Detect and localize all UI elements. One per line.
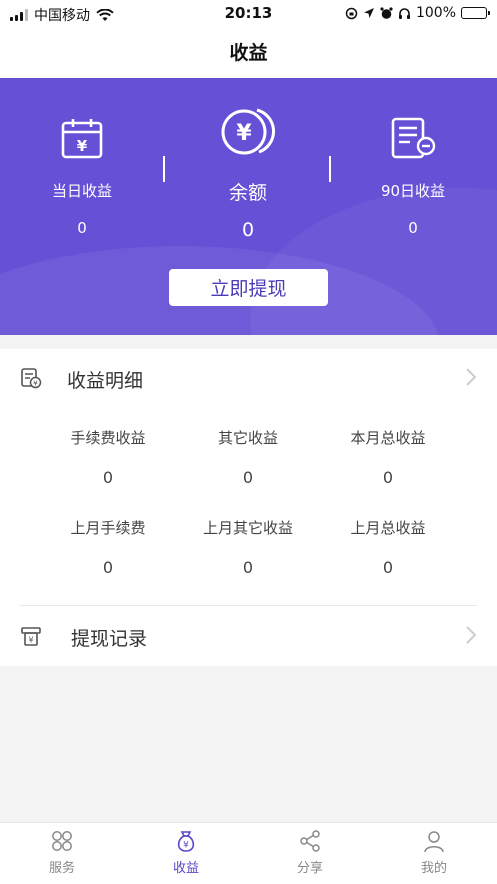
money-bag-icon: ¥ xyxy=(177,831,195,852)
battery-icon xyxy=(461,7,490,19)
divider xyxy=(20,605,477,606)
balance-label: 余额 xyxy=(228,182,267,204)
grid-icon xyxy=(52,831,72,851)
earnings-detail-card: ¥ 收益明细 手续费收益 0 其它收益 0 本月总收益 0 上月手续费 0 上月… xyxy=(0,349,497,666)
today-earnings-label: 当日收益 xyxy=(51,182,112,200)
tab-earnings[interactable]: ¥ 收益 xyxy=(124,829,248,876)
location-icon xyxy=(363,8,374,18)
tab-label: 分享 xyxy=(296,861,323,876)
stat-value: 0 xyxy=(102,558,114,577)
stat-label: 本月总收益 xyxy=(350,429,426,447)
ninety-day-earnings-label: 90日收益 xyxy=(380,182,446,200)
svg-text:¥: ¥ xyxy=(33,380,38,388)
atm-icon: ¥ xyxy=(21,627,41,646)
svg-text:¥: ¥ xyxy=(183,841,189,851)
svg-text:¥: ¥ xyxy=(77,137,88,155)
earnings-detail-title: 收益明细 xyxy=(67,370,144,392)
page-title: 收益 xyxy=(229,42,268,64)
tab-services[interactable]: 服务 xyxy=(0,829,124,876)
svg-text:¥: ¥ xyxy=(28,636,33,645)
ninety-day-earnings-value: 0 xyxy=(408,219,418,237)
stat-value: 0 xyxy=(242,468,254,487)
tab-share[interactable]: 分享 xyxy=(248,829,372,876)
stat-value: 0 xyxy=(382,558,394,577)
stat-last-month-fee: 上月手续费 0 xyxy=(28,517,188,577)
divider xyxy=(163,156,165,182)
divider xyxy=(329,156,331,182)
document-minus-icon xyxy=(391,117,436,159)
share-icon xyxy=(300,830,320,852)
stat-label: 手续费收益 xyxy=(70,429,146,447)
stat-last-month-other: 上月其它收益 0 xyxy=(168,517,328,577)
navigation-bar: 收益 xyxy=(0,26,497,78)
chevron-right-icon xyxy=(466,368,477,386)
rotation-lock-icon xyxy=(345,7,358,19)
tab-label: 收益 xyxy=(172,861,199,876)
receipt-icon: ¥ xyxy=(21,368,42,389)
stat-value: 0 xyxy=(102,468,114,487)
earnings-summary: ¥ 当日收益 0 ¥ 余额 0 90日收益 0 立即提现 xyxy=(0,78,497,335)
stat-other-earnings: 其它收益 0 xyxy=(168,427,328,487)
withdraw-now-button[interactable]: 立即提现 xyxy=(169,269,328,306)
calendar-yuan-icon: ¥ xyxy=(61,119,103,159)
alarm-icon xyxy=(380,6,393,19)
chevron-right-icon xyxy=(466,626,477,644)
withdraw-record-title: 提现记录 xyxy=(71,628,148,650)
withdraw-record-row[interactable]: ¥ 提现记录 xyxy=(0,607,497,665)
coin-yuan-icon: ¥ xyxy=(221,108,276,155)
svg-text:¥: ¥ xyxy=(236,121,252,146)
stat-last-month-total: 上月总收益 0 xyxy=(308,517,468,577)
headphones-icon xyxy=(398,7,410,19)
battery-percent: 100% xyxy=(415,5,456,21)
today-earnings: ¥ 当日收益 0 xyxy=(22,116,142,237)
tab-bar: 服务 ¥ 收益 分享 我的 xyxy=(0,822,497,884)
stat-month-total: 本月总收益 0 xyxy=(308,427,468,487)
stat-label: 其它收益 xyxy=(217,429,278,447)
earnings-detail-row[interactable]: ¥ 收益明细 xyxy=(0,349,497,407)
stat-label: 上月总收益 xyxy=(350,519,426,537)
stat-value: 0 xyxy=(242,558,254,577)
tab-label: 服务 xyxy=(48,861,75,876)
status-bar: 中国移动 20:13 100% xyxy=(0,0,497,26)
stat-value: 0 xyxy=(382,468,394,487)
balance-value: 0 xyxy=(241,219,255,241)
stat-label: 上月手续费 xyxy=(70,519,146,537)
stat-label: 上月其它收益 xyxy=(202,519,293,537)
balance: ¥ 余额 0 xyxy=(178,104,318,241)
stat-fee-earnings: 手续费收益 0 xyxy=(28,427,188,487)
person-icon xyxy=(424,831,444,853)
ninety-day-earnings: 90日收益 0 xyxy=(353,116,473,237)
tab-label: 我的 xyxy=(420,861,447,876)
tab-mine[interactable]: 我的 xyxy=(372,829,496,876)
today-earnings-value: 0 xyxy=(77,219,87,237)
